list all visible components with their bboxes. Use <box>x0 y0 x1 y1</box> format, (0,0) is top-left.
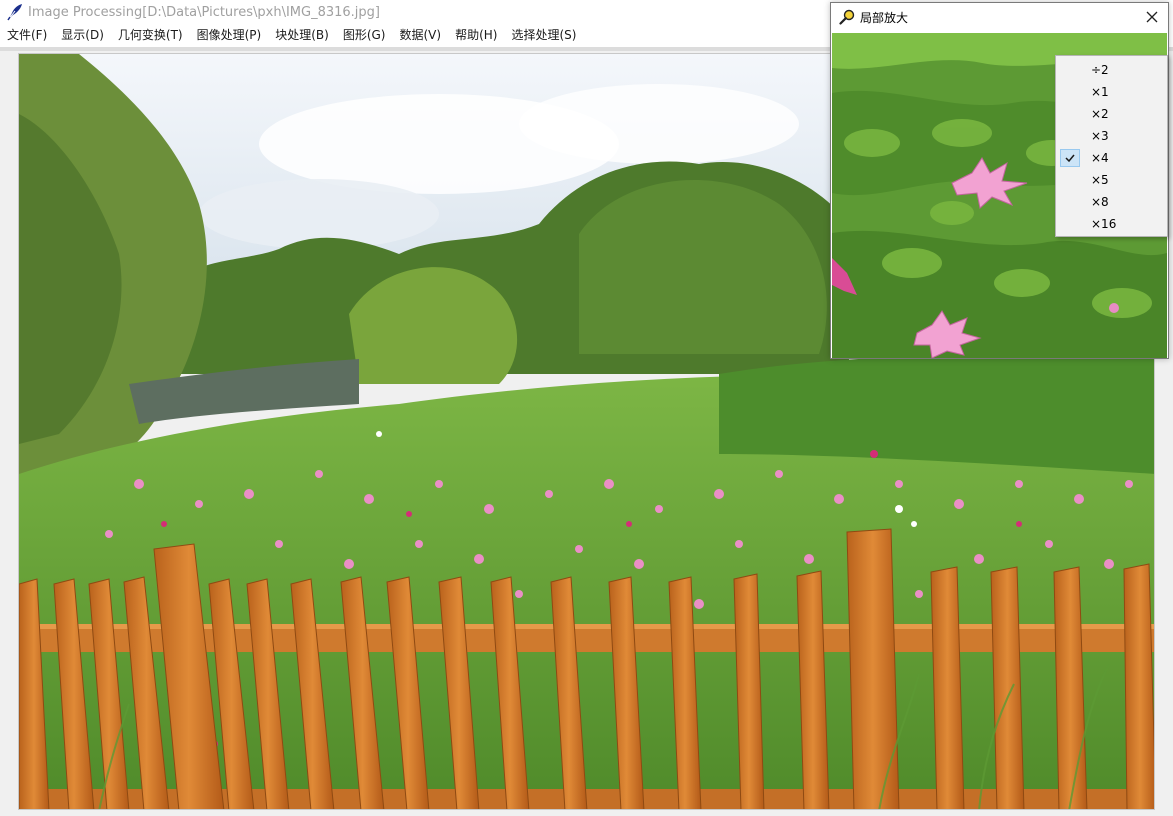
zoom-check <box>1060 105 1080 123</box>
zoom-label: ×3 <box>1091 129 1109 143</box>
zoom-option-5x[interactable]: ×5 <box>1056 169 1167 191</box>
menu-geometric-transform[interactable]: 几何变换(T) <box>111 24 190 47</box>
zoom-check <box>1060 215 1080 233</box>
app-window: Image Processing[D:\Data\Pictures\pxh\IM… <box>0 0 1173 816</box>
zoom-option-1x[interactable]: ×1 <box>1056 81 1167 103</box>
zoom-check <box>1060 83 1080 101</box>
quill-pen-icon <box>7 4 22 21</box>
menu-block-processing[interactable]: 块处理(B) <box>268 24 336 47</box>
menu-selection-processing[interactable]: 选择处理(S) <box>504 24 583 47</box>
checkmark-icon-svg <box>1065 154 1075 163</box>
menu-image-processing[interactable]: 图像处理(P) <box>190 24 269 47</box>
zoom-check <box>1060 127 1080 145</box>
zoom-option-4x[interactable]: ×4 <box>1056 147 1167 169</box>
zoom-check <box>1060 193 1080 211</box>
menu-graphics[interactable]: 图形(G) <box>336 24 393 47</box>
zoom-label: ×1 <box>1091 85 1109 99</box>
zoom-label: ×8 <box>1091 195 1109 209</box>
zoom-label: ×4 <box>1091 151 1109 165</box>
zoom-option-3x[interactable]: ×3 <box>1056 125 1167 147</box>
zoom-label: ×2 <box>1091 107 1109 121</box>
zoom-label: ×16 <box>1091 217 1117 231</box>
zoom-option-8x[interactable]: ×8 <box>1056 191 1167 213</box>
zoom-check <box>1060 171 1080 189</box>
checkmark-icon <box>1060 149 1080 167</box>
zoom-label: ÷2 <box>1091 63 1109 77</box>
zoom-option-half[interactable]: ÷2 <box>1056 59 1167 81</box>
close-icon[interactable] <box>1144 9 1160 25</box>
zoom-check <box>1060 61 1080 79</box>
menu-display[interactable]: 显示(D) <box>54 24 111 47</box>
zoom-option-2x[interactable]: ×2 <box>1056 103 1167 125</box>
zoom-menu: ÷2 ×1 ×2 ×3 ×4 ×5 ×8 ×16 <box>1055 55 1168 237</box>
window-title: Image Processing[D:\Data\Pictures\pxh\IM… <box>28 4 380 20</box>
menu-file[interactable]: 文件(F) <box>0 24 54 47</box>
zoom-option-16x[interactable]: ×16 <box>1056 213 1167 235</box>
menu-data[interactable]: 数据(V) <box>392 24 448 47</box>
magnifier-icon <box>839 9 855 25</box>
magnifier-title: 局部放大 <box>860 10 909 25</box>
zoom-label: ×5 <box>1091 173 1109 187</box>
magnifier-title-bar[interactable]: 局部放大 <box>831 3 1168 31</box>
menu-help[interactable]: 帮助(H) <box>448 24 504 47</box>
